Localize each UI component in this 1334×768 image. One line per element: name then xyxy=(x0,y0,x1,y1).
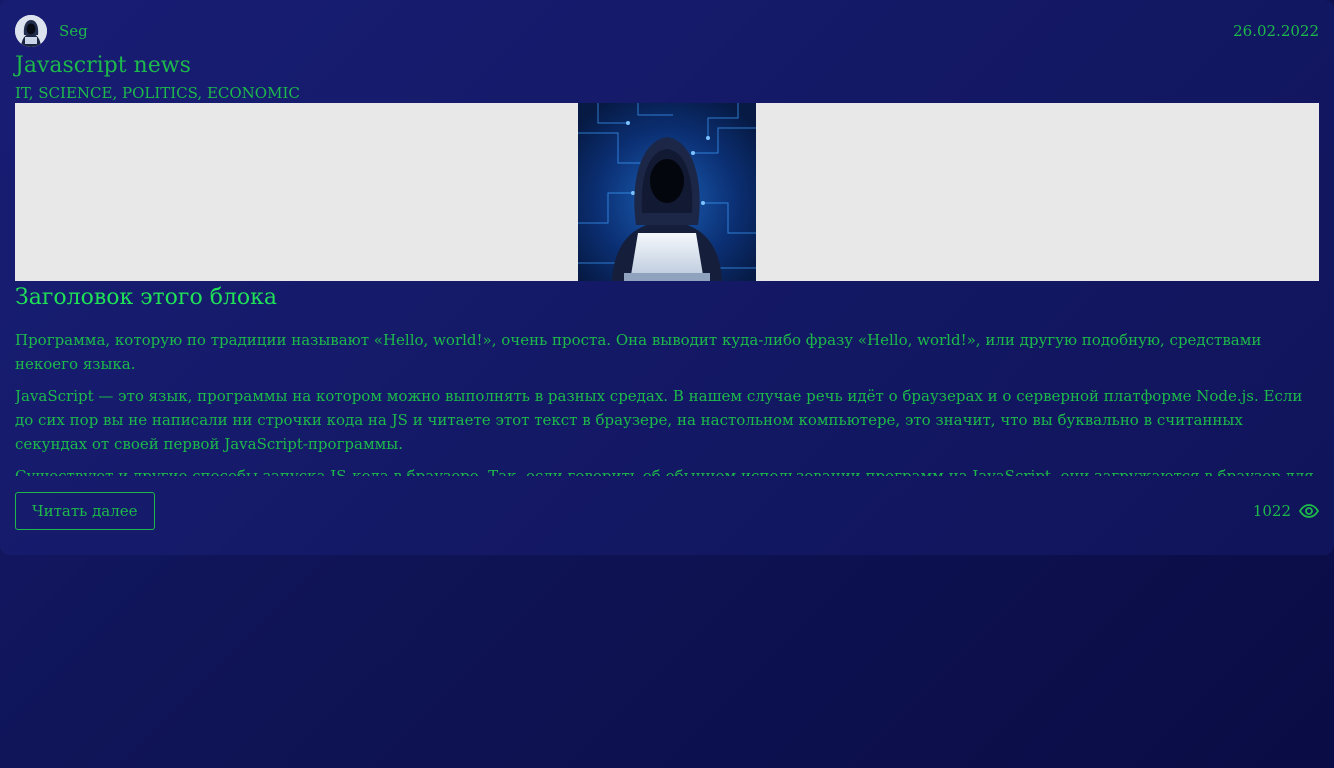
post-image xyxy=(578,103,756,281)
post-excerpt: Программа, которую по традиции называют … xyxy=(15,328,1319,476)
excerpt-paragraph: Программа, которую по традиции называют … xyxy=(15,331,1262,373)
post-title[interactable]: Javascript news xyxy=(15,51,1319,81)
excerpt-paragraph: Существуют и другие способы запуска JS-к… xyxy=(15,467,1314,476)
post-footer: Читать далее 1022 xyxy=(15,492,1319,530)
excerpt-paragraph: JavaScript — это язык, программы на кото… xyxy=(15,387,1303,453)
author[interactable]: Seg xyxy=(15,15,88,47)
post-tags: IT, SCIENCE, POLITICS, ECONOMIC xyxy=(15,84,300,102)
block-heading: Заголовок этого блока xyxy=(15,285,278,310)
post-header: Seg 26.02.2022 xyxy=(15,15,1319,47)
read-more-button[interactable]: Читать далее xyxy=(15,492,155,530)
views-count: 1022 xyxy=(1252,502,1291,520)
post-card: Seg 26.02.2022 Javascript news IT, SCIEN… xyxy=(0,0,1334,555)
eye-icon xyxy=(1299,504,1319,518)
avatar[interactable] xyxy=(15,15,47,47)
author-name[interactable]: Seg xyxy=(59,22,88,40)
views-counter: 1022 xyxy=(1253,502,1319,520)
post-image-container xyxy=(15,103,1319,281)
post-date: 26.02.2022 xyxy=(1233,22,1319,40)
